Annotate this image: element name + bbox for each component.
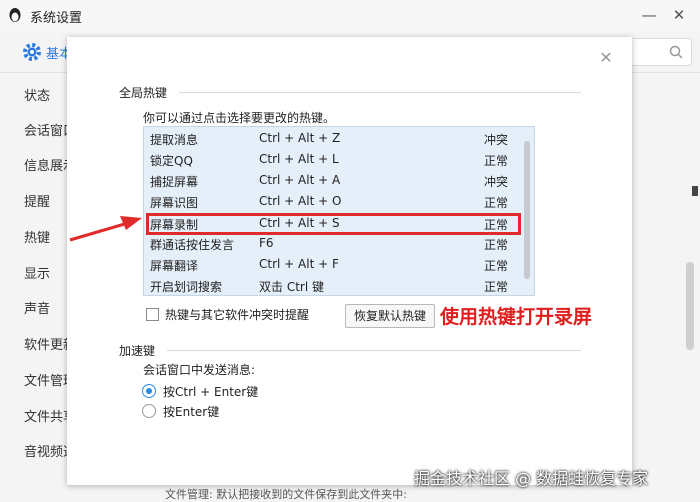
annotation-arrow-icon <box>69 216 142 242</box>
watermark-text: 掘金技术社区 @ 数据蛙恢复专家 <box>414 469 649 488</box>
